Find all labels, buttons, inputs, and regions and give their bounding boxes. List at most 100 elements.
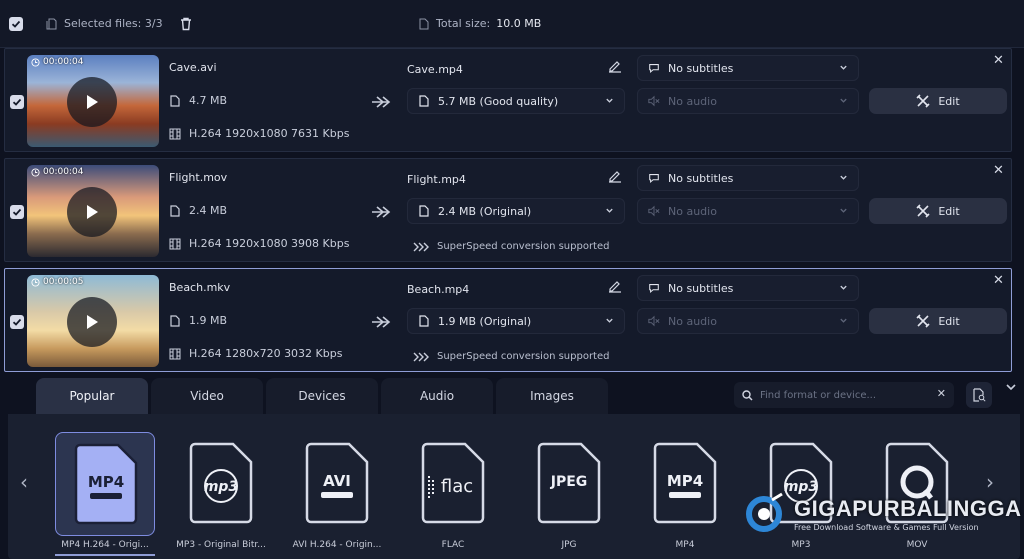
- tab-images[interactable]: Images: [496, 378, 608, 414]
- speaker-muted-icon: [648, 95, 660, 107]
- clear-search-close-icon[interactable]: ✕: [937, 387, 946, 400]
- duration-badge: 00:00:05: [31, 277, 83, 287]
- play-button[interactable]: [67, 187, 117, 237]
- file-checkbox[interactable]: [10, 315, 24, 329]
- clock-icon: [31, 57, 40, 67]
- source-codec-value: H.264 1920x1080 7631 Kbps: [189, 127, 350, 140]
- source-codec-value: H.264 1920x1080 3908 Kbps: [189, 237, 350, 250]
- edit-button[interactable]: Edit: [869, 198, 1007, 224]
- edit-button-label: Edit: [938, 94, 960, 108]
- format-card-mp4[interactable]: MP4: [55, 432, 155, 536]
- chevron-down-icon: [606, 318, 613, 323]
- source-size: 1.9 MB: [169, 314, 227, 327]
- format-label: AVI H.264 - Origin...: [292, 540, 382, 550]
- rename-pencil-icon[interactable]: [608, 59, 622, 73]
- output-quality-dropdown[interactable]: 5.7 MB (Good quality): [407, 88, 625, 114]
- format-card-flac[interactable]: flac: [403, 432, 503, 536]
- play-icon: [87, 205, 98, 219]
- output-filename[interactable]: Flight.mp4: [407, 173, 466, 186]
- file-row[interactable]: 00:00:04 Cave.avi 4.7 MB H.264 1920x1080…: [4, 48, 1012, 152]
- superspeed-icon: [413, 242, 429, 251]
- video-thumbnail[interactable]: 00:00:04: [27, 55, 159, 147]
- svg-text:JPEG: JPEG: [550, 474, 588, 490]
- speech-bubble-icon: [649, 64, 659, 73]
- output-quality-dropdown[interactable]: 1.9 MB (Original): [407, 308, 625, 334]
- play-button[interactable]: [67, 77, 117, 127]
- subtitles-dropdown[interactable]: No subtitles: [637, 165, 859, 191]
- document-search-icon: [973, 388, 986, 402]
- chevron-down-icon: [840, 65, 847, 70]
- remove-file-close-icon[interactable]: ✕: [993, 163, 1004, 178]
- format-label: MP4: [675, 540, 695, 550]
- select-all-checkbox[interactable]: [9, 17, 23, 31]
- format-card-jpg[interactable]: JPEG: [519, 432, 619, 536]
- search-placeholder: Find format or device...: [760, 389, 877, 401]
- total-size-value: 10.0 MB: [496, 17, 542, 30]
- superspeed-note: SuperSpeed conversion supported: [413, 351, 609, 362]
- format-card-mp3[interactable]: mp3: [171, 432, 271, 536]
- file-icon: [170, 314, 180, 327]
- edit-button-label: Edit: [938, 204, 960, 218]
- file-row[interactable]: 00:00:04 Flight.mov 2.4 MB H.264 1920x10…: [4, 158, 1012, 262]
- file-row[interactable]: 00:00:05 Beach.mkv 1.9 MB H.264 1280x720…: [4, 268, 1012, 372]
- audio-value: No audio: [668, 204, 717, 218]
- file-checkbox[interactable]: [10, 205, 24, 219]
- source-codec: H.264 1920x1080 7631 Kbps: [169, 127, 349, 140]
- source-codec: H.264 1920x1080 3908 Kbps: [169, 237, 349, 250]
- chevron-down-icon: [606, 208, 613, 213]
- tab-popular[interactable]: Popular: [36, 378, 148, 414]
- source-filename: Cave.avi: [169, 61, 217, 74]
- scroll-left-chevron-icon[interactable]: ‹: [20, 470, 28, 494]
- rename-pencil-icon[interactable]: [608, 169, 622, 183]
- source-size: 2.4 MB: [169, 204, 227, 217]
- remove-file-close-icon[interactable]: ✕: [993, 273, 1004, 288]
- tools-icon: [916, 204, 930, 218]
- format-label: MOV: [906, 540, 928, 550]
- convert-arrow-icon: [372, 206, 391, 218]
- superspeed-text: SuperSpeed conversion supported: [437, 241, 610, 252]
- speaker-muted-icon: [648, 205, 660, 217]
- duration: 00:00:05: [43, 277, 84, 287]
- remove-file-close-icon[interactable]: ✕: [993, 53, 1004, 68]
- video-thumbnail[interactable]: 00:00:04: [27, 165, 159, 257]
- format-label: MP3 - Original Bitr...: [176, 540, 266, 550]
- play-icon: [87, 315, 98, 329]
- file-icon: [170, 204, 180, 217]
- duration: 00:00:04: [43, 167, 84, 177]
- subtitles-dropdown[interactable]: No subtitles: [637, 275, 859, 301]
- rename-pencil-icon[interactable]: [608, 279, 622, 293]
- format-search-input[interactable]: Find format or device... ✕: [734, 382, 954, 408]
- tools-icon: [916, 94, 930, 108]
- edit-button[interactable]: Edit: [869, 88, 1007, 114]
- total-size-label: Total size:: [436, 17, 491, 30]
- source-codec: H.264 1280x720 3032 Kbps: [169, 347, 342, 360]
- toolbar: Selected files: 3/3 Total size: 10.0 MB: [0, 0, 1024, 48]
- format-card-mp4[interactable]: MP4: [635, 432, 735, 536]
- edit-button-label: Edit: [938, 314, 960, 328]
- chevron-down-icon: [840, 98, 847, 103]
- video-thumbnail[interactable]: 00:00:05: [27, 275, 159, 367]
- subtitles-dropdown[interactable]: No subtitles: [637, 55, 859, 81]
- output-quality-dropdown[interactable]: 2.4 MB (Original): [407, 198, 625, 224]
- tab-video[interactable]: Video: [151, 378, 263, 414]
- selected-format-underline: [55, 554, 155, 556]
- tab-audio[interactable]: Audio: [381, 378, 493, 414]
- search-icon: [742, 389, 753, 401]
- format-card-avi[interactable]: AVI: [287, 432, 387, 536]
- watermark-title: GIGAPURBALINGGA: [794, 496, 1022, 521]
- speech-bubble-icon: [649, 174, 659, 183]
- delete-button[interactable]: [180, 16, 192, 35]
- edit-button[interactable]: Edit: [869, 308, 1007, 334]
- format-preview-button[interactable]: [966, 382, 992, 408]
- play-button[interactable]: [67, 297, 117, 347]
- tab-devices[interactable]: Devices: [266, 378, 378, 414]
- play-icon: [87, 95, 98, 109]
- output-filename[interactable]: Beach.mp4: [407, 283, 469, 296]
- audio-value: No audio: [668, 314, 717, 328]
- tools-icon: [916, 314, 930, 328]
- subtitles-value: No subtitles: [668, 171, 734, 185]
- file-checkbox[interactable]: [10, 95, 24, 109]
- clock-icon: [31, 277, 40, 287]
- selected-files-label: Selected files: 3/3: [64, 17, 163, 30]
- output-filename[interactable]: Cave.mp4: [407, 63, 463, 76]
